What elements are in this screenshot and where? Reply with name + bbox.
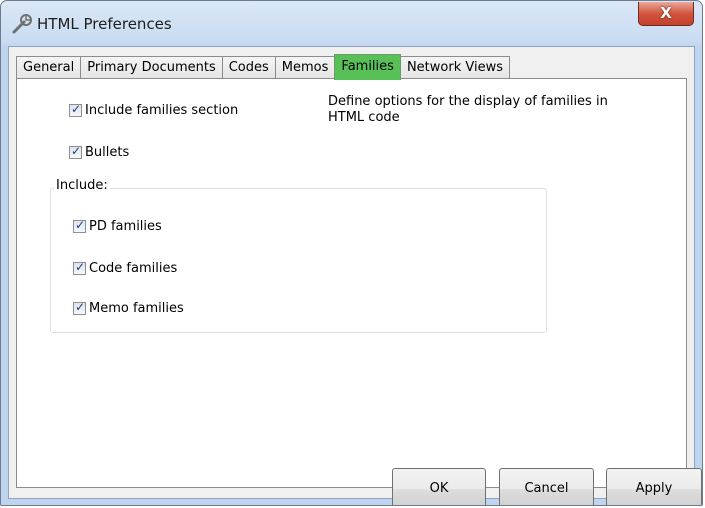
close-icon: X bbox=[660, 4, 672, 22]
include-group-label: Include: bbox=[54, 178, 110, 193]
families-tab-panel: Include families section Bullets Define … bbox=[16, 78, 702, 505]
ok-button[interactable]: OK bbox=[392, 468, 486, 505]
memo-families-checkbox[interactable] bbox=[73, 300, 86, 315]
tab-codes[interactable]: Codes bbox=[221, 56, 276, 79]
include-families-section-checkbox[interactable] bbox=[69, 102, 82, 117]
tab-general[interactable]: General bbox=[16, 56, 82, 79]
description-text: Define options for the display of famili… bbox=[328, 94, 608, 125]
cancel-button[interactable]: Cancel bbox=[499, 468, 594, 505]
code-families-label: Code families bbox=[89, 261, 178, 276]
tab-families[interactable]: Families bbox=[334, 54, 401, 80]
pd-families-checkbox[interactable] bbox=[73, 218, 86, 233]
code-families-checkbox[interactable] bbox=[73, 260, 86, 275]
tab-memos[interactable]: Memos bbox=[274, 56, 336, 79]
html-preferences-dialog: HTML Preferences X General Primary Docum… bbox=[0, 0, 703, 506]
tools-icon bbox=[12, 14, 32, 34]
tab-primary-documents[interactable]: Primary Documents bbox=[80, 56, 223, 79]
include-families-section-option[interactable]: Include families section bbox=[69, 102, 239, 118]
bullets-option[interactable]: Bullets bbox=[69, 144, 130, 160]
window-title: HTML Preferences bbox=[37, 15, 172, 33]
code-families-option[interactable]: Code families bbox=[73, 260, 178, 276]
include-families-section-label: Include families section bbox=[85, 103, 239, 118]
apply-button[interactable]: Apply bbox=[606, 468, 702, 505]
tab-strip: General Primary Documents Codes Memos Fa… bbox=[16, 54, 510, 80]
dialog-body: General Primary Documents Codes Memos Fa… bbox=[8, 46, 702, 505]
pd-families-label: PD families bbox=[89, 219, 162, 234]
close-button[interactable]: X bbox=[638, 2, 694, 26]
bullets-label: Bullets bbox=[85, 145, 130, 160]
memo-families-label: Memo families bbox=[89, 301, 184, 316]
title-bar: HTML Preferences X bbox=[1, 1, 702, 46]
memo-families-option[interactable]: Memo families bbox=[73, 300, 184, 316]
tab-network-views[interactable]: Network Views bbox=[399, 56, 510, 79]
pd-families-option[interactable]: PD families bbox=[73, 218, 162, 234]
bullets-checkbox[interactable] bbox=[69, 144, 82, 159]
